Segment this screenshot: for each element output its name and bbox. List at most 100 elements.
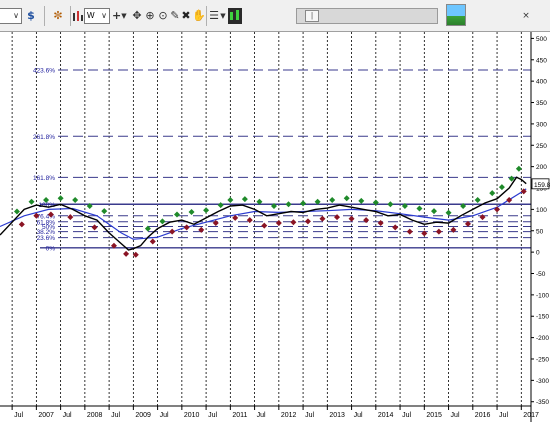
sell-signal-marker xyxy=(91,224,98,231)
x-tick-label: 2015 xyxy=(426,412,442,419)
fib-level-label: 423.6% xyxy=(33,68,55,75)
y-tick-label: 400 xyxy=(536,79,547,86)
y-tick-label: -100 xyxy=(536,292,549,299)
fib-level-label: 23.6% xyxy=(37,235,56,242)
toolbar-divider xyxy=(206,6,207,26)
buy-signal-marker xyxy=(174,211,180,218)
x-tick-label: Jul xyxy=(354,412,363,419)
buy-signal-marker xyxy=(431,208,438,215)
y-tick-label: -150 xyxy=(536,314,549,321)
x-tick-label: 2013 xyxy=(329,412,345,419)
sell-signal-marker xyxy=(304,218,311,225)
target-icon[interactable]: ⊙ xyxy=(157,8,169,24)
period-select[interactable]: W ∨ xyxy=(84,8,110,24)
y-tick-label: 0 xyxy=(536,250,540,257)
x-tick-label: Jul xyxy=(257,412,266,419)
last-price-label: 159.8 xyxy=(534,182,550,189)
dollar-refresh-icon[interactable]: $ xyxy=(24,8,38,24)
chevron-down-icon[interactable]: ∨ xyxy=(13,11,19,20)
buy-signal-marker xyxy=(203,207,210,214)
y-axis-ticks: 500450400350300250200150100500-50-100-15… xyxy=(531,36,549,406)
sell-signal-marker xyxy=(435,228,442,235)
y-tick-label: -350 xyxy=(536,399,549,406)
period-select-value: W xyxy=(87,11,95,20)
fib-level-label: 0% xyxy=(46,245,56,252)
x-axis-ticks: Jul 2007 Jul 2008 Jul 2009 Jul 2010 Jul 2011 Jul 20… xyxy=(11,406,539,419)
buy-signal-marker xyxy=(101,208,108,215)
price-chart[interactable]: 423.6%261.8%161.8%100%76.4%61.8%50%38.2%… xyxy=(0,32,550,422)
fib-level-label: 161.8% xyxy=(33,175,55,182)
landscape-picture-icon[interactable] xyxy=(446,4,466,26)
buy-signal-marker xyxy=(300,200,307,207)
x-tick-label: Jul xyxy=(14,412,23,419)
y-tick-label: 200 xyxy=(536,164,547,171)
x-tick-label: Jul xyxy=(499,412,508,419)
buy-signal-marker xyxy=(72,196,79,203)
y-tick-label: -300 xyxy=(536,378,549,385)
small-x-icon[interactable]: × xyxy=(520,8,532,24)
sell-signal-marker xyxy=(406,228,413,235)
buy-signal-marker xyxy=(358,197,365,204)
chevron-down-icon[interactable]: ∨ xyxy=(101,11,107,20)
buy-signal-marker xyxy=(387,201,394,208)
buy-signal-marker xyxy=(159,218,166,225)
toolbar-divider xyxy=(70,6,71,26)
hand-pan-icon[interactable]: ✋ xyxy=(192,8,206,24)
sell-signal-marker xyxy=(348,215,355,222)
dropdown-arrow-icon[interactable]: ▼ xyxy=(219,8,227,24)
buy-signal-marker xyxy=(13,208,20,215)
x-tick-label: Jul xyxy=(402,412,411,419)
buy-signal-marker xyxy=(285,201,292,208)
sell-signal-marker xyxy=(183,224,190,231)
x-tick-label: Jul xyxy=(160,412,169,419)
zoom-slider[interactable]: | xyxy=(296,8,438,24)
add-button[interactable]: + xyxy=(112,8,121,24)
sell-signal-marker xyxy=(169,228,176,235)
bar-chart-icon[interactable] xyxy=(72,8,84,24)
buy-signal-marker xyxy=(329,196,336,203)
x-tick-label: 2014 xyxy=(378,412,394,419)
buy-signal-marker xyxy=(28,198,35,205)
candlestick-icon[interactable] xyxy=(228,8,242,24)
move-cross-icon[interactable]: ✥ xyxy=(131,8,143,24)
buy-signal-marker xyxy=(515,165,522,172)
x-tick-label: 2009 xyxy=(135,412,151,419)
palette-icon[interactable]: ✼ xyxy=(50,8,66,24)
buy-signal-marker xyxy=(188,208,195,215)
chart-grid xyxy=(11,32,522,406)
fib-level-label: 261.8% xyxy=(33,134,55,141)
crosshair-icon[interactable]: ⊕ xyxy=(144,8,156,24)
dropdown-arrow-icon[interactable]: ▼ xyxy=(120,8,128,24)
sell-signal-marker xyxy=(319,215,326,222)
buy-signal-marker xyxy=(241,196,248,203)
delete-x-icon[interactable]: ✖ xyxy=(180,8,192,24)
buy-signal-marker xyxy=(217,202,224,209)
x-tick-label: Jul xyxy=(111,412,120,419)
sell-signal-marker xyxy=(392,224,399,231)
toolbar: ∨ $ ✼ W ∨ + ▼ ✥ ⊕ ⊙ ✎ ✖ ✋ ☰ ▼ | × xyxy=(0,0,550,32)
fibonacci-levels: 423.6%261.8%161.8%100%76.4%61.8%50%38.2%… xyxy=(33,68,531,252)
sell-signal-marker xyxy=(479,214,486,221)
x-tick-label: 2008 xyxy=(87,412,103,419)
y-tick-label: 50 xyxy=(536,228,544,235)
y-tick-label: 100 xyxy=(536,207,547,214)
y-tick-label: -200 xyxy=(536,335,549,342)
y-tick-label: 250 xyxy=(536,143,547,150)
buy-signal-marker xyxy=(416,205,423,212)
sell-signal-marker xyxy=(275,220,282,227)
x-tick-label: 2010 xyxy=(184,412,200,419)
x-tick-label: Jul xyxy=(305,412,314,419)
sell-signal-marker xyxy=(212,220,219,227)
last-price-badge: 159.8 xyxy=(531,178,550,190)
y-tick-label: -250 xyxy=(536,356,549,363)
buy-signal-marker xyxy=(445,209,452,216)
x-tick-label: Jul xyxy=(451,412,460,419)
y-tick-label: 450 xyxy=(536,57,547,64)
symbol-select[interactable]: ∨ xyxy=(0,8,22,24)
buy-signal-marker xyxy=(227,196,234,203)
toolbar-divider xyxy=(44,6,45,26)
x-tick-label: 2016 xyxy=(475,412,491,419)
zoom-slider-thumb[interactable]: | xyxy=(305,10,319,22)
x-tick-label: 2017 xyxy=(523,412,539,419)
x-tick-label: Jul xyxy=(208,412,217,419)
